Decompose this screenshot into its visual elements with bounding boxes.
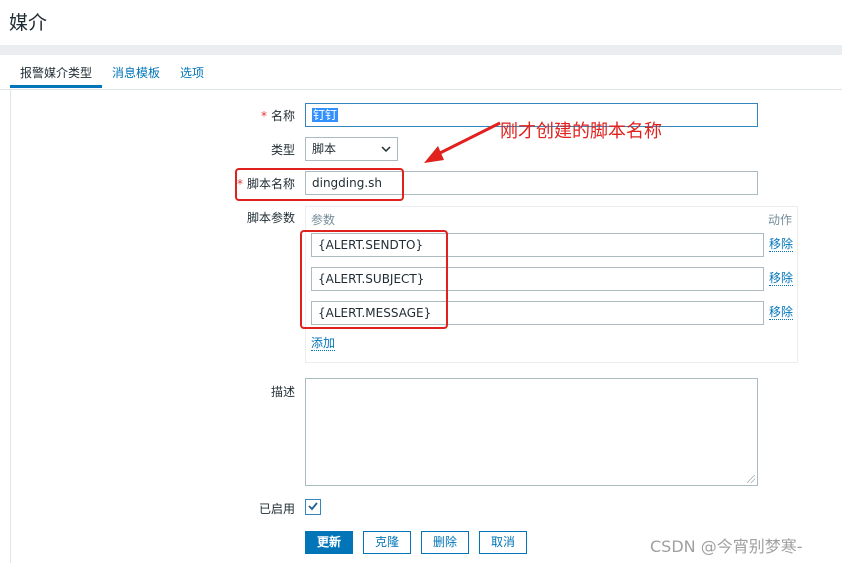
- name-input-value: 钉钉: [312, 108, 339, 122]
- enabled-label: 已启用: [258, 502, 295, 516]
- resize-handle-icon[interactable]: [747, 475, 755, 483]
- tab-bar: 报警媒介类型 消息模板 选项: [0, 55, 842, 90]
- tab-media-type[interactable]: 报警媒介类型: [20, 64, 92, 81]
- name-label: * 名称: [260, 109, 295, 123]
- clone-button[interactable]: 克隆: [363, 531, 411, 554]
- description-label: 描述: [270, 385, 295, 399]
- enabled-checkbox[interactable]: [305, 499, 321, 515]
- tab-options[interactable]: 选项: [180, 64, 204, 81]
- watermark: CSDN @今宵别梦寒-: [650, 537, 803, 556]
- script-params-label: 脚本参数: [246, 211, 295, 225]
- remove-param-link[interactable]: 移除: [769, 305, 794, 320]
- annotation-box-params: [300, 230, 448, 329]
- type-label: 类型: [270, 143, 295, 157]
- remove-param-link[interactable]: 移除: [769, 237, 794, 252]
- delete-button[interactable]: 删除: [421, 531, 469, 554]
- remove-param-link[interactable]: 移除: [769, 271, 794, 286]
- cancel-button[interactable]: 取消: [479, 531, 527, 554]
- type-select[interactable]: 脚本: [305, 137, 398, 161]
- active-tab-indicator: [10, 85, 102, 88]
- tab-message-templates[interactable]: 消息模板: [112, 64, 160, 81]
- annotation-text: 刚才创建的脚本名称: [500, 121, 662, 142]
- annotation-box-script-name: [235, 168, 404, 201]
- annotation-arrow-icon: [424, 121, 501, 163]
- chevron-down-icon: [381, 138, 391, 168]
- description-textarea[interactable]: [305, 378, 758, 486]
- required-marker: *: [260, 109, 267, 123]
- add-param-link[interactable]: 添加: [311, 336, 336, 351]
- action-column-header: 动作: [768, 213, 793, 227]
- update-button[interactable]: 更新: [305, 531, 353, 554]
- header-divider: [0, 45, 842, 55]
- page-title: 媒介: [9, 12, 48, 34]
- checkmark-icon: [308, 502, 318, 511]
- params-column-header: 参数: [311, 213, 336, 227]
- type-select-value: 脚本: [312, 142, 337, 156]
